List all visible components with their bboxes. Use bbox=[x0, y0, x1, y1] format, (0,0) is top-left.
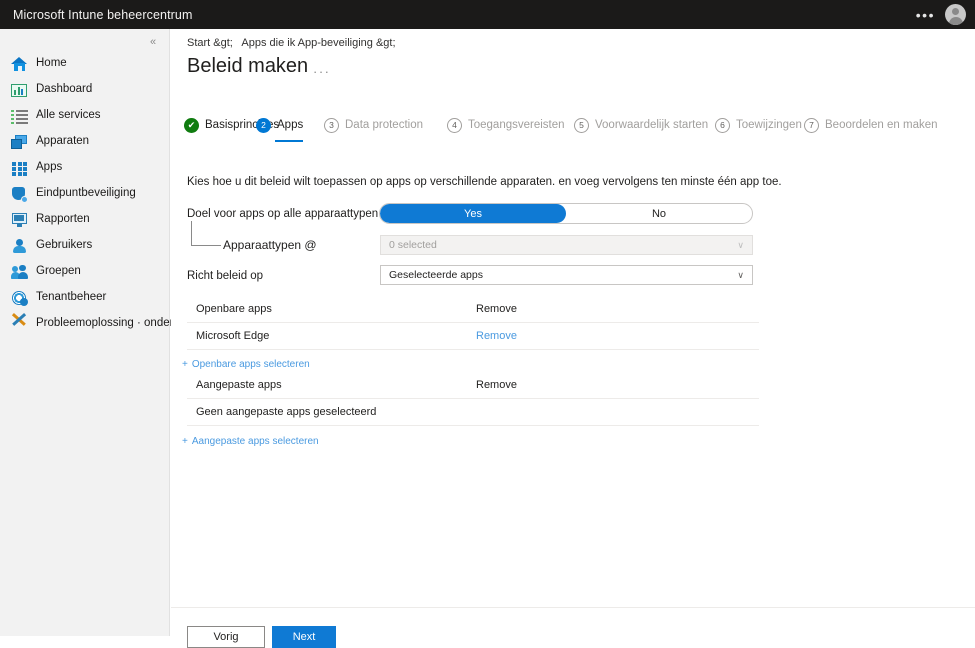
step-number: 5 bbox=[574, 118, 589, 133]
tenant-icon bbox=[11, 290, 28, 307]
tab-label: Apps bbox=[277, 119, 303, 131]
dashboard-icon bbox=[11, 82, 28, 99]
groups-icon bbox=[11, 264, 28, 281]
sidebar-item-label: Home bbox=[36, 58, 67, 70]
app-name: Microsoft Edge bbox=[187, 330, 269, 342]
tab-toegangsvereisten[interactable]: 4 Toegangsvereisten bbox=[447, 113, 565, 137]
form-description: Kies hoe u dit beleid wilt toepassen op … bbox=[187, 176, 782, 188]
select-custom-apps-label: Aangepaste apps selecteren bbox=[192, 436, 319, 447]
top-bar-actions: ••• bbox=[916, 4, 975, 25]
sidebar-item-label: Apparaten bbox=[36, 136, 89, 148]
tab-toewijzingen[interactable]: 6 Toewijzingen bbox=[715, 113, 802, 137]
column-header-name: Openbare apps bbox=[187, 303, 272, 315]
next-button[interactable]: Next bbox=[272, 626, 336, 648]
sidebar-item-groups[interactable]: Groepen bbox=[0, 259, 169, 285]
target-all-device-types-label: Doel voor apps op alle apparaattypen i bbox=[187, 208, 393, 220]
sidebar-item-label: Groepen bbox=[36, 266, 81, 278]
toggle-option-no[interactable]: No bbox=[566, 204, 752, 223]
sidebar-item-label: Eindpuntbeveiliging bbox=[36, 188, 136, 200]
more-options-icon[interactable]: ••• bbox=[916, 8, 935, 22]
sidebar: « Home Dashboard Alle services Apparaten bbox=[0, 29, 170, 636]
sidebar-nav: Home Dashboard Alle services Apparaten A… bbox=[0, 51, 169, 337]
app-title: Microsoft Intune beheercentrum bbox=[0, 8, 192, 22]
table-header-row: Aangepaste apps Remove bbox=[187, 372, 759, 399]
sidebar-item-endpoint-security[interactable]: Eindpuntbeveiliging bbox=[0, 181, 169, 207]
tab-voorwaardelijk-starten[interactable]: 5 Voorwaardelijk starten bbox=[574, 113, 708, 137]
step-number: 3 bbox=[324, 118, 339, 133]
sidebar-item-devices[interactable]: Apparaten bbox=[0, 129, 169, 155]
footer-divider bbox=[171, 607, 975, 608]
reports-icon bbox=[11, 212, 28, 229]
top-bar: Microsoft Intune beheercentrum ••• bbox=[0, 0, 975, 29]
select-custom-apps-link[interactable]: + Aangepaste apps selecteren bbox=[182, 436, 319, 447]
main-content: Start &gt; Apps die ik App-beveiliging &… bbox=[171, 29, 975, 636]
wizard-steps: ✔ Basisprincipes 2 Apps 3 Data protectio… bbox=[184, 113, 974, 143]
plus-icon: + bbox=[182, 436, 188, 447]
table-row[interactable]: Microsoft Edge Remove bbox=[187, 323, 759, 350]
tab-beoordelen-en-maken[interactable]: 7 Beoordelen en maken bbox=[804, 113, 938, 137]
tab-label: Data protection bbox=[345, 119, 423, 131]
step-number: 7 bbox=[804, 118, 819, 133]
sidebar-item-label: Tenantbeheer bbox=[36, 292, 106, 304]
home-icon bbox=[11, 56, 28, 73]
step-complete-icon: ✔ bbox=[184, 118, 199, 133]
table-empty-row: Geen aangepaste apps geselecteerd bbox=[187, 399, 759, 426]
step-number: 4 bbox=[447, 118, 462, 133]
select-public-apps-label: Openbare apps selecteren bbox=[192, 359, 310, 370]
collapse-sidebar-icon[interactable]: « bbox=[143, 33, 163, 51]
chevron-down-icon: ∨ bbox=[737, 270, 744, 281]
device-types-select: 0 selected ∨ bbox=[380, 235, 753, 255]
policy-target-label: Richt beleid op bbox=[187, 270, 263, 282]
custom-apps-empty-text: Geen aangepaste apps geselecteerd bbox=[187, 406, 376, 418]
page-more-options-icon[interactable]: ··· bbox=[313, 65, 331, 78]
device-types-value: 0 selected bbox=[389, 239, 437, 251]
toggle-option-yes[interactable]: Yes bbox=[380, 204, 566, 223]
step-number: 2 bbox=[256, 118, 271, 133]
remove-app-link[interactable]: Remove bbox=[476, 330, 517, 342]
policy-target-select[interactable]: Geselecteerde apps ∨ bbox=[380, 265, 753, 285]
select-public-apps-link[interactable]: + Openbare apps selecteren bbox=[182, 359, 310, 370]
plus-icon: + bbox=[182, 359, 188, 370]
device-types-label: Apparaattypen @ bbox=[223, 238, 317, 252]
sidebar-item-label: Apps bbox=[36, 162, 62, 174]
target-all-device-types-toggle[interactable]: Yes No bbox=[379, 203, 753, 224]
column-header-action: Remove bbox=[476, 303, 517, 315]
sidebar-item-tenant-administration[interactable]: Tenantbeheer bbox=[0, 285, 169, 311]
column-header-name: Aangepaste apps bbox=[187, 379, 282, 391]
tab-data-protection[interactable]: 3 Data protection bbox=[324, 113, 423, 137]
sidebar-item-home[interactable]: Home bbox=[0, 51, 169, 77]
apps-grid-icon bbox=[11, 160, 28, 177]
tab-apps[interactable]: 2 Apps bbox=[256, 113, 303, 137]
sidebar-item-users[interactable]: Gebruikers bbox=[0, 233, 169, 259]
column-header-action: Remove bbox=[476, 379, 517, 391]
tab-label: Voorwaardelijk starten bbox=[595, 119, 708, 131]
wrench-icon bbox=[11, 316, 28, 333]
chevron-down-icon: ∨ bbox=[737, 240, 744, 251]
user-icon bbox=[11, 238, 28, 255]
sidebar-item-label: Dashboard bbox=[36, 84, 92, 96]
step-number: 6 bbox=[715, 118, 730, 133]
tab-label: Toegangsvereisten bbox=[468, 119, 565, 131]
sidebar-item-apps[interactable]: Apps bbox=[0, 155, 169, 181]
policy-target-value: Geselecteerde apps bbox=[389, 269, 483, 281]
sidebar-item-dashboard[interactable]: Dashboard bbox=[0, 77, 169, 103]
sidebar-item-all-services[interactable]: Alle services bbox=[0, 103, 169, 129]
breadcrumb[interactable]: Start &gt; Apps die ik App-beveiliging &… bbox=[187, 37, 396, 49]
sidebar-item-troubleshooting-support[interactable]: Probleemoplossing · ondersteuning bbox=[0, 311, 169, 337]
previous-button[interactable]: Vorig bbox=[187, 626, 265, 648]
all-services-icon bbox=[11, 108, 28, 125]
tree-connector bbox=[191, 221, 221, 246]
table-header-row: Openbare apps Remove bbox=[187, 296, 759, 323]
sidebar-item-label: Alle services bbox=[36, 110, 101, 122]
sidebar-item-label: Rapporten bbox=[36, 214, 90, 226]
shield-icon bbox=[11, 186, 28, 203]
tab-label: Beoordelen en maken bbox=[825, 119, 938, 131]
avatar[interactable] bbox=[945, 4, 966, 25]
page-title: Beleid maken bbox=[187, 55, 308, 78]
sidebar-item-label: Gebruikers bbox=[36, 240, 92, 252]
tab-label: Toewijzingen bbox=[736, 119, 802, 131]
sidebar-item-reports[interactable]: Rapporten bbox=[0, 207, 169, 233]
devices-icon bbox=[11, 134, 28, 151]
target-all-device-types-text: Doel voor apps op alle apparaattypen bbox=[187, 208, 378, 220]
